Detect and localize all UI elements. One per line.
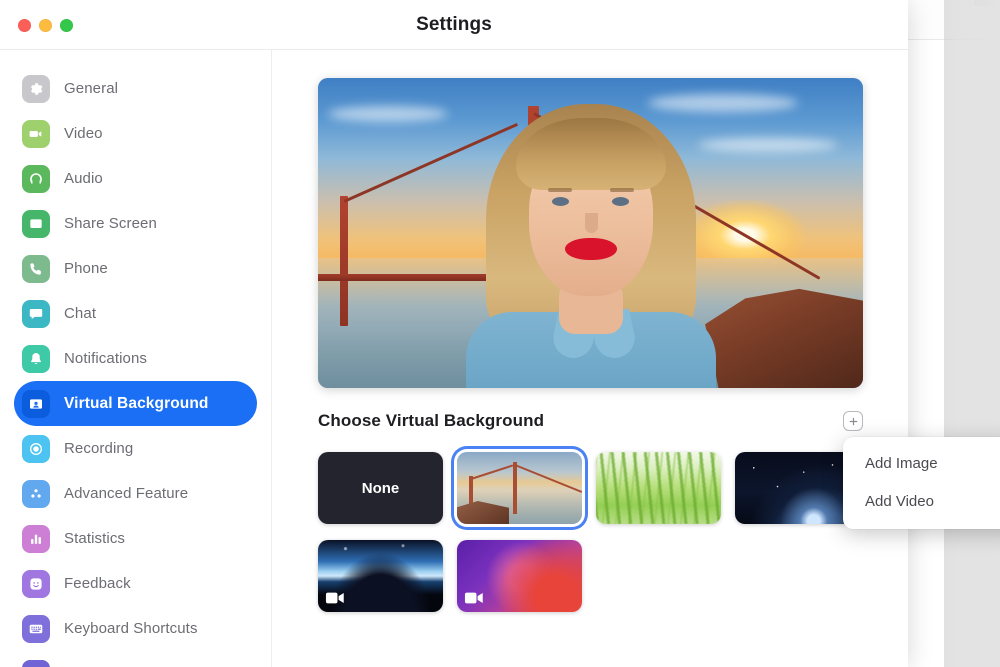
sidebar-item-chat[interactable]: Chat [14,291,257,336]
sidebar-item-label: Audio [64,170,103,187]
sidebar-item-label: Feedback [64,575,131,592]
user-card-icon [22,389,50,418]
thumbnail-label: None [361,479,400,497]
thumb-cable [514,464,582,493]
background-thumbnail-earth-video[interactable] [318,540,443,612]
sparkle-icon [22,479,50,508]
keyboard-icon [22,614,50,643]
bell-icon [22,344,50,373]
person-lips [564,238,617,260]
sidebar-item-general[interactable]: General [14,66,257,111]
menu-item-add-video[interactable]: Add Video [843,487,1000,517]
chat-bubble-icon [22,299,50,328]
sidebar-item-partial[interactable] [14,651,257,667]
settings-sidebar[interactable]: General Video Audio Share Screen Phone C… [0,50,272,667]
sidebar-item-recording[interactable]: Recording [14,426,257,471]
phone-icon [22,254,50,283]
desktop-right-edge [944,0,1000,667]
plus-icon [848,416,859,427]
screen: Settings General Video Audio Share Scree… [0,0,1000,667]
person-nose [584,213,598,233]
sidebar-item-label: Video [64,125,103,142]
sidebar-item-feedback[interactable]: Feedback [14,561,257,606]
background-thumbnail-grass[interactable] [596,452,721,524]
thumb-tower [513,462,517,514]
settings-window: Settings General Video Audio Share Scree… [0,0,908,667]
background-thumbnail-purple-video[interactable] [457,540,582,612]
preview-person [446,88,736,388]
person-eyebrow [609,188,634,192]
person-eye [551,197,569,206]
sidebar-item-keyboard-shortcuts[interactable]: Keyboard Shortcuts [14,606,257,651]
bridge-tower [340,196,348,326]
sidebar-item-label: Recording [64,440,134,457]
preview-cloud [328,106,448,122]
sidebar-item-label: Share Screen [64,215,157,232]
headphones-icon [22,164,50,193]
sidebar-item-virtual-background[interactable]: Virtual Background [14,381,257,426]
sidebar-item-label: Keyboard Shortcuts [64,620,198,637]
sidebar-item-phone[interactable]: Phone [14,246,257,291]
page-title: Settings [416,14,492,35]
background-thumbnail-space[interactable] [735,452,860,524]
sidebar-item-video[interactable]: Video [14,111,257,156]
section-title: Choose Virtual Background [318,411,545,430]
sidebar-item-notifications[interactable]: Notifications [14,336,257,381]
video-camera-icon [464,591,484,605]
sidebar-item-statistics[interactable]: Statistics [14,516,257,561]
sidebar-item-label: Virtual Background [64,394,209,412]
sidebar-item-share-screen[interactable]: Share Screen [14,201,257,246]
person-eye [611,197,629,206]
add-background-button[interactable] [843,411,863,431]
smiley-face-icon [22,569,50,598]
video-camera-icon [22,119,50,148]
sidebar-item-label: General [64,80,119,97]
share-screen-icon [22,209,50,238]
sidebar-item-advanced-feature[interactable]: Advanced Feature [14,471,257,516]
sidebar-item-label: Chat [64,305,97,322]
background-thumbnail-golden-gate[interactable] [457,452,582,524]
menu-item-add-image[interactable]: Add Image [843,449,1000,479]
accessibility-icon [22,659,50,667]
video-preview [318,78,863,388]
choose-background-header: Choose Virtual Background [318,408,863,434]
record-circle-icon [22,434,50,463]
gear-icon [22,74,50,103]
sidebar-item-label: Notifications [64,350,148,367]
settings-content: Choose Virtual Background None [272,50,908,667]
thumb-cable [470,464,514,480]
sidebar-item-label: Statistics [64,530,126,547]
background-thumbnail-grid[interactable]: None [318,452,908,612]
sidebar-item-label: Advanced Feature [64,485,189,502]
window-titlebar: Settings [0,0,908,50]
sidebar-item-audio[interactable]: Audio [14,156,257,201]
background-thumbnail-none[interactable]: None [318,452,443,524]
add-background-menu[interactable]: Add Image Add Video [843,437,1000,529]
person-eyebrow [547,188,572,192]
video-camera-icon [325,591,345,605]
sidebar-item-label: Phone [64,260,108,277]
bar-chart-icon [22,524,50,553]
